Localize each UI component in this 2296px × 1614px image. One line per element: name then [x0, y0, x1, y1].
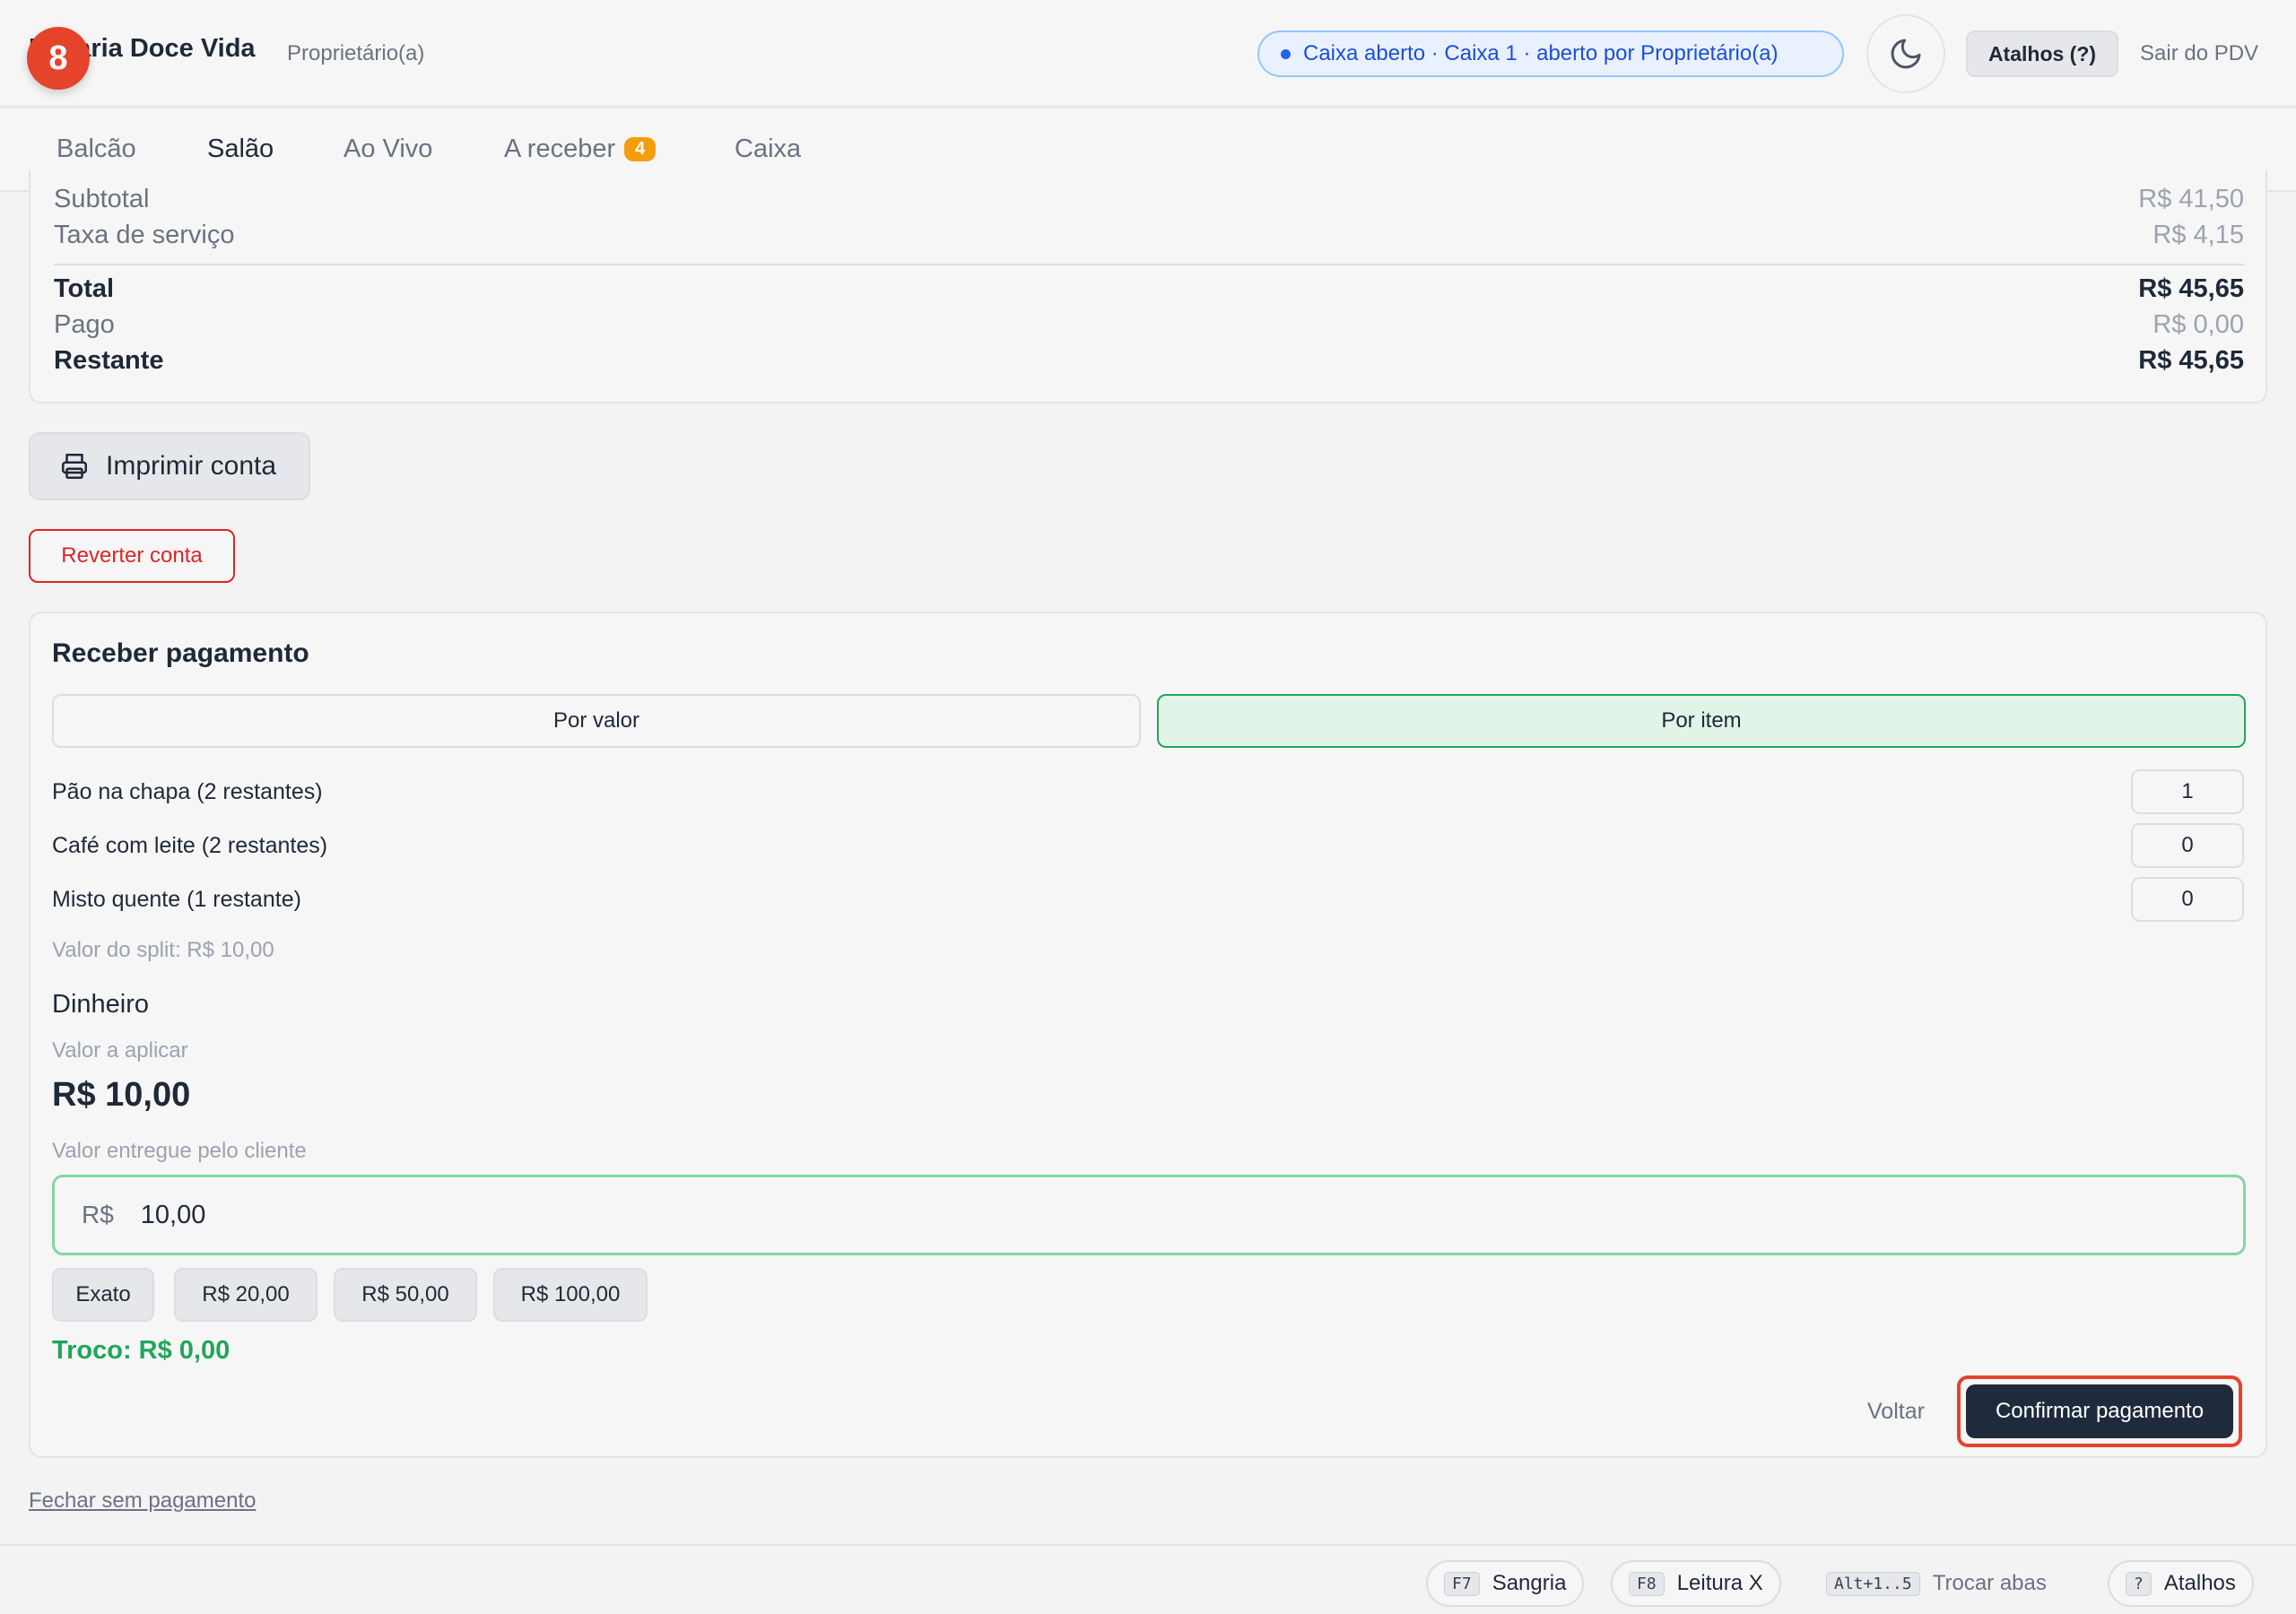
split-item-label: Café com leite (2 restantes): [52, 832, 328, 858]
split-item-row: Pão na chapa (2 restantes) 1: [52, 769, 2244, 814]
apply-amount-value: R$ 10,00: [52, 1076, 191, 1114]
quick-amount-exact-button[interactable]: Exato: [52, 1268, 154, 1322]
cash-given-value: 10,00: [140, 1200, 206, 1229]
moon-icon: [1891, 39, 1921, 69]
shortcut-label: Sangria: [1492, 1571, 1567, 1595]
split-item-row: Misto quente (1 restante) 0: [52, 877, 2244, 922]
apply-amount-label: Valor a aplicar: [52, 1038, 188, 1063]
shortcut-leitura-x-button[interactable]: F8 Leitura X: [1611, 1560, 1781, 1607]
cash-status-text: Caixa aberto · Caixa 1 · aberto por Prop…: [1303, 41, 1779, 65]
confirm-payment-button[interactable]: Confirmar pagamento: [1966, 1384, 2233, 1438]
tab-ao-vivo[interactable]: Ao Vivo: [344, 134, 432, 164]
total-label: Total: [54, 274, 115, 303]
shortcut-label: Trocar abas: [1932, 1571, 2047, 1595]
tab-a-receber[interactable]: A receber 4: [504, 134, 657, 164]
split-item-label: Pão na chapa (2 restantes): [52, 778, 323, 804]
remaining-value: R$ 45,65: [2138, 346, 2244, 375]
subtotal-label: Subtotal: [54, 185, 150, 213]
shortcut-sangria-button[interactable]: F7 Sangria: [1426, 1560, 1585, 1607]
receive-payment-card: Receber pagamento Por valor Por item Pão…: [29, 612, 2267, 1458]
shortcut-label: Leitura X: [1676, 1571, 1763, 1595]
print-bill-button[interactable]: Imprimir conta: [29, 432, 310, 500]
quick-amount-20-button[interactable]: R$ 20,00: [174, 1268, 317, 1322]
shortcut-key: Alt+1..5: [1826, 1571, 1920, 1596]
subtotal-value: R$ 41,50: [2138, 185, 2244, 213]
paid-row: Pago R$ 0,00: [54, 310, 2244, 340]
print-bill-label: Imprimir conta: [106, 451, 277, 481]
cash-given-input[interactable]: R$ 10,00: [52, 1175, 2246, 1255]
total-row: Total R$ 45,65: [54, 274, 2244, 304]
pending-count-badge: 4: [624, 137, 657, 161]
paid-label: Pago: [54, 310, 115, 339]
subtotal-row: Subtotal R$ 41,50: [54, 185, 2244, 214]
split-item-qty-input[interactable]: 0: [2131, 823, 2244, 868]
receive-payment-title: Receber pagamento: [52, 638, 309, 668]
order-totals-card: Subtotal R$ 41,50 Taxa de serviço R$ 4,1…: [29, 170, 2267, 404]
total-value: R$ 45,65: [2138, 274, 2244, 303]
revert-bill-button[interactable]: Reverter conta: [29, 529, 235, 583]
mode-by-item-button[interactable]: Por item: [1157, 694, 2246, 748]
shortcut-key: F8: [1629, 1571, 1665, 1596]
tab-salao[interactable]: Salão: [207, 134, 274, 164]
printer-icon: [61, 453, 88, 480]
cash-given-label: Valor entregue pelo cliente: [52, 1139, 307, 1163]
shortcuts-button[interactable]: Atalhos (?): [1966, 30, 2118, 77]
split-value-note: Valor do split: R$ 10,00: [52, 938, 274, 962]
currency-prefix: R$: [82, 1201, 114, 1228]
remaining-label: Restante: [54, 346, 164, 375]
shortcut-key: ?: [2126, 1571, 2152, 1596]
tab-balcao[interactable]: Balcão: [57, 134, 136, 164]
cash-status-badge: Caixa aberto · Caixa 1 · aberto por Prop…: [1257, 30, 1844, 77]
shortcut-help-button[interactable]: ? Atalhos: [2108, 1560, 2254, 1607]
tab-a-receber-label: A receber: [504, 134, 616, 163]
mode-by-value-button[interactable]: Por valor: [52, 694, 1141, 748]
service-fee-row: Taxa de serviço R$ 4,15: [54, 221, 2244, 250]
theme-toggle-button[interactable]: [1866, 14, 1945, 93]
app-header: Padaria Doce Vida Proprietário(a) 8 Caix…: [0, 0, 2296, 108]
totals-divider: [54, 264, 2244, 265]
user-role: Proprietário(a): [287, 41, 425, 65]
exit-pos-link[interactable]: Sair do PDV: [2140, 41, 2258, 66]
quick-amount-50-button[interactable]: R$ 50,00: [334, 1268, 477, 1322]
split-item-row: Café com leite (2 restantes) 0: [52, 823, 2244, 868]
paid-value: R$ 0,00: [2152, 310, 2244, 339]
change-amount: Troco: R$ 0,00: [52, 1336, 230, 1365]
shortcut-key: F7: [1444, 1571, 1480, 1596]
shortcut-label: Atalhos: [2163, 1571, 2236, 1595]
quick-amount-100-button[interactable]: R$ 100,00: [493, 1268, 648, 1322]
service-fee-label: Taxa de serviço: [54, 221, 235, 249]
step-marker-badge: 8: [27, 27, 90, 90]
remaining-row: Restante R$ 45,65: [54, 346, 2244, 376]
shortcut-footer: F7 Sangria F8 Leitura X Alt+1..5 Trocar …: [0, 1544, 2296, 1614]
payment-method-title: Dinheiro: [52, 990, 149, 1019]
split-item-qty-input[interactable]: 1: [2131, 769, 2244, 814]
tab-caixa[interactable]: Caixa: [735, 134, 801, 164]
back-button[interactable]: Voltar: [1867, 1399, 1925, 1425]
split-item-qty-input[interactable]: 0: [2131, 877, 2244, 922]
status-dot-icon: [1281, 48, 1291, 59]
split-item-label: Misto quente (1 restante): [52, 886, 301, 912]
close-without-payment-link[interactable]: Fechar sem pagamento: [29, 1488, 256, 1514]
service-fee-value: R$ 4,15: [2152, 221, 2244, 249]
shortcut-switch-tabs-hint: Alt+1..5 Trocar abas: [1810, 1560, 2063, 1607]
